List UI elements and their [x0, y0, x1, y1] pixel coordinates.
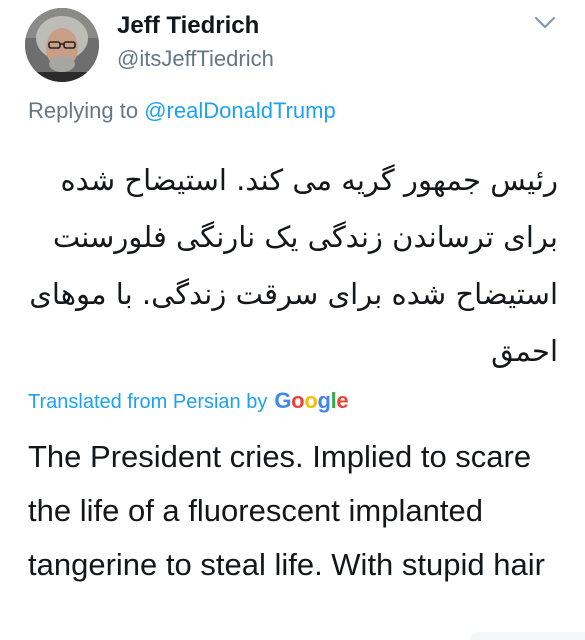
tweet-card: Jeff Tiedrich @itsJeffTiedrich Replying …	[0, 0, 585, 640]
bottom-edge-divider	[470, 632, 585, 640]
replying-to-line: Replying to @realDonaldTrump	[28, 98, 336, 124]
reply-mention-link[interactable]: @realDonaldTrump	[144, 98, 335, 123]
translation-label: Translated from Persian by	[28, 391, 268, 413]
translation-attribution: Translated from Persian by Google	[28, 388, 349, 414]
author-handle[interactable]: @itsJeffTiedrich	[117, 46, 274, 72]
author-avatar[interactable]	[25, 8, 99, 82]
replying-to-label: Replying to	[28, 98, 139, 123]
author-display-name[interactable]: Jeff Tiedrich	[117, 12, 259, 40]
tweet-original-text: رئیس جمهور گریه می کند. استیضاح شده برای…	[29, 163, 558, 368]
google-logo: Google	[274, 388, 349, 413]
avatar-image	[25, 8, 99, 82]
translated-text: The President cries. Implied to scare th…	[28, 439, 545, 582]
chevron-down-icon[interactable]	[533, 14, 557, 32]
